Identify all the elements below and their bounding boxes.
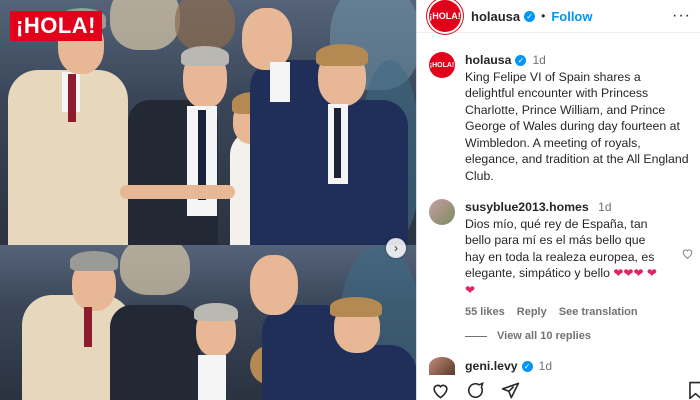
comment-reply-button[interactable]: Reply: [517, 304, 547, 321]
carousel-next-button[interactable]: ›: [386, 238, 406, 258]
comment: susyblue2013.homes 1d Dios mío, qué rey …: [429, 199, 693, 321]
caption-verified-icon: ✓: [515, 55, 527, 67]
verified-badge-icon: ✓: [524, 10, 536, 22]
header-username[interactable]: holausa: [471, 9, 520, 24]
post-caption: ¡HOLA! holausa ✓ 1d King Felipe VI of Spai…: [429, 52, 693, 184]
comment-likes[interactable]: 55 likes: [465, 304, 505, 321]
caption-text: King Felipe VI of Spain shares a delight…: [465, 69, 689, 183]
view-replies-button[interactable]: View all 10 replies: [465, 330, 591, 342]
post-header: ¡HOLA! holausa ✓ • Follow ···: [417, 0, 700, 33]
share-icon[interactable]: [501, 381, 520, 400]
photo-slide-1: ¡HOLA!: [0, 0, 416, 245]
comment-username[interactable]: susyblue2013.homes: [465, 200, 589, 214]
caption-username[interactable]: holausa: [465, 53, 511, 67]
more-options-icon[interactable]: ···: [672, 7, 691, 25]
avatar[interactable]: ¡HOLA!: [429, 0, 461, 32]
caption-avatar[interactable]: ¡HOLA!: [429, 52, 455, 78]
comment-avatar[interactable]: [429, 199, 455, 225]
comment-2-username[interactable]: geni.levy: [465, 359, 518, 373]
comment-like-heart-icon[interactable]: [681, 247, 694, 260]
comment-2-avatar[interactable]: [429, 357, 455, 375]
comment-2-time: 1d: [538, 359, 552, 373]
comment-time: 1d: [598, 200, 612, 214]
heart-icon[interactable]: [431, 381, 450, 400]
follow-button[interactable]: Follow: [551, 9, 592, 24]
action-bar: [417, 381, 700, 400]
see-translation-link[interactable]: See translation: [559, 304, 638, 321]
view-replies-label: View all 10 replies: [497, 330, 591, 342]
post-media[interactable]: ¡HOLA! ›: [0, 0, 416, 400]
photo-slide-2: [0, 245, 416, 400]
bookmark-icon[interactable]: [686, 381, 700, 400]
comment-2: geni.levy ✓ 1d: [429, 357, 552, 375]
comment-icon[interactable]: [466, 381, 485, 400]
caption-time: 1d: [532, 53, 546, 67]
post-sidebar: ¡HOLA! holausa ✓ • Follow ··· ¡HOLA! hol…: [416, 0, 700, 400]
comment-2-verified-icon: ✓: [521, 360, 533, 372]
dot-separator: •: [541, 9, 546, 23]
hola-watermark-logo: ¡HOLA!: [10, 11, 102, 41]
